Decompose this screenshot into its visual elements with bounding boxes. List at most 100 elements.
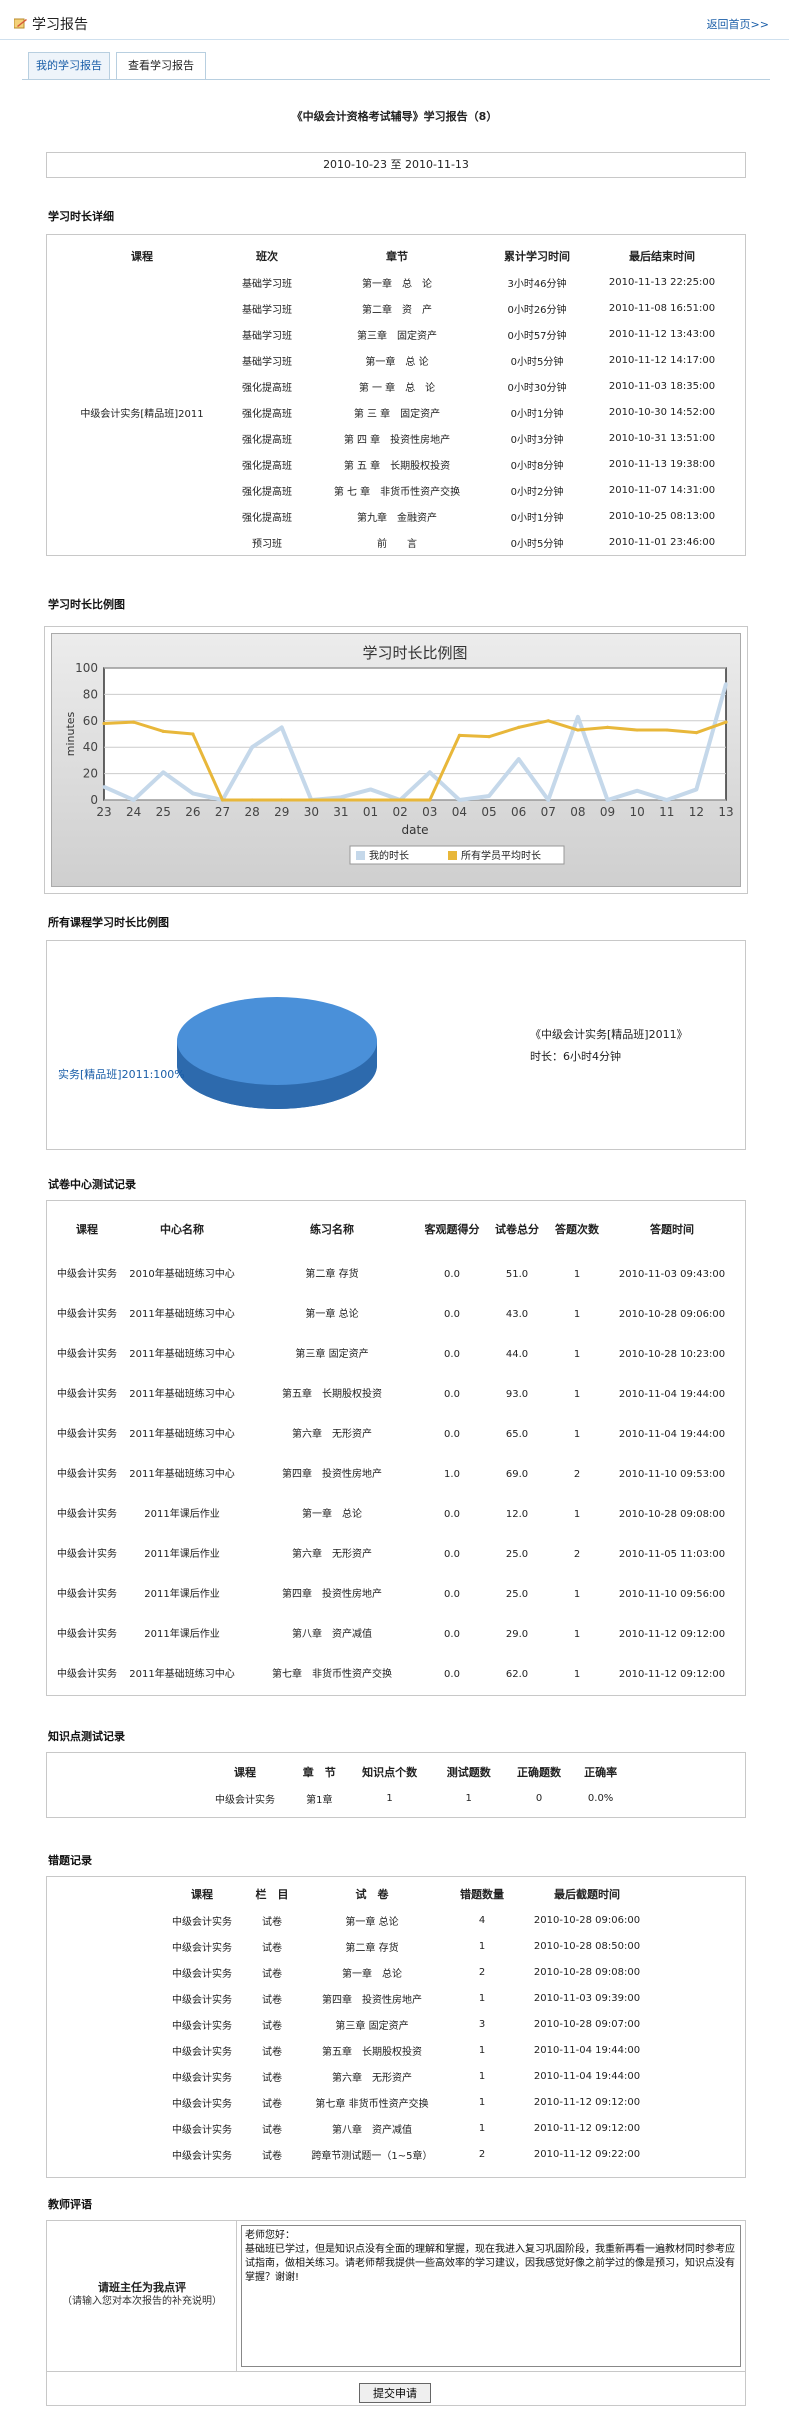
cell: 2010-10-28 10:23:00 <box>618 1349 726 1360</box>
cell: 2010-11-01 23:46:00 <box>608 536 716 548</box>
cell: 第一章 总论 <box>305 1309 359 1320</box>
home-link[interactable]: 返回首页>> <box>707 16 769 32</box>
cell: 第六章 无形资产 <box>292 1549 372 1560</box>
page-header: 学习报告 返回首页>> <box>0 0 789 40</box>
pie-course-name: 《中级会计实务[精品班]2011》 <box>530 1028 688 1041</box>
cell: 0.0 <box>444 1389 460 1400</box>
cell: 中级会计实务 <box>172 1916 232 1928</box>
data-point <box>576 728 580 732</box>
col-header: 累计学习时间 <box>504 250 570 263</box>
cell: 2011年课后作业 <box>144 1549 220 1560</box>
cell: 试卷 <box>262 2020 282 2032</box>
tab-divider <box>22 79 770 80</box>
col-header: 栏 目 <box>255 1888 289 1901</box>
cell: 预习班 <box>252 538 282 550</box>
cell: 第四章 投资性房地产 <box>322 1994 422 2006</box>
cell: 2 <box>478 2148 486 2160</box>
cell: 中级会计实务 <box>172 2098 232 2110</box>
col-header: 知识点个数 <box>362 1766 418 1779</box>
data-point <box>517 725 521 729</box>
cell: 中级会计实务 <box>172 2124 232 2136</box>
data-point <box>191 732 195 736</box>
cell: 中级会计实务 <box>172 2046 232 2058</box>
data-point <box>280 798 284 802</box>
cell: 2010-11-12 09:12:00 <box>533 2122 641 2134</box>
table-row: 中级会计实务 2011年课后作业 第八章 资产减值 0.0 29.0 1 2010-11-1… <box>57 1615 737 1655</box>
tab-view-report[interactable]: 查看学习报告 <box>116 52 206 80</box>
cell: 前 言 <box>377 538 417 550</box>
cell: 1.0 <box>444 1469 460 1480</box>
cell: 2010-11-12 14:17:00 <box>608 354 716 366</box>
x-tick-label: 31 <box>333 805 348 819</box>
col-header: 正确题数 <box>517 1766 562 1779</box>
cell: 基础学习班 <box>242 304 292 316</box>
col-header: 答题时间 <box>650 1223 694 1236</box>
data-point <box>546 798 550 802</box>
data-point <box>132 798 136 802</box>
cell: 0小时5分钟 <box>510 356 564 368</box>
section-title-paper-tests: 试卷中心测试记录 <box>48 1178 136 1191</box>
section-title-all-courses: 所有课程学习时长比例图 <box>48 916 169 929</box>
cell: 3小时46分钟 <box>507 278 567 290</box>
knowledge-table: 课程 章 节 知识点个数 测试题数 正确题数 正确率 中级会计实务 第1章 1 … <box>197 1759 627 1811</box>
cell: 0小时3分钟 <box>510 434 564 446</box>
table-row: 中级会计实务 试卷 第八章 资产减值 1 2010-11-12 09:12:00 <box>157 2115 657 2141</box>
cell: 强化提高班 <box>242 486 292 498</box>
cell: 第 一 章 总 论 <box>358 382 436 394</box>
cell: 中级会计实务 <box>57 1509 117 1520</box>
cell: 2010-11-12 09:22:00 <box>533 2148 641 2160</box>
col-header: 错题数量 <box>460 1888 504 1901</box>
cell: 强化提高班 <box>242 408 292 420</box>
x-tick-label: 23 <box>96 805 111 819</box>
cell: 0小时1分钟 <box>510 408 564 420</box>
cell: 第六章 无形资产 <box>292 1429 372 1440</box>
cell: 2011年课后作业 <box>144 1509 220 1520</box>
cell: 第一章 总论 <box>302 1509 362 1520</box>
table-row: 中级会计实务 2011年课后作业 第四章 投资性房地产 0.0 25.0 1 2010-11… <box>57 1575 737 1615</box>
cell: 2011年基础班练习中心 <box>129 1309 235 1320</box>
cell: 1 <box>478 2044 486 2056</box>
cell: 第五章 长期股权投资 <box>282 1389 382 1400</box>
tab-my-report[interactable]: 我的学习报告 <box>28 52 110 80</box>
cell: 62.0 <box>505 1669 529 1680</box>
cell: 93.0 <box>505 1389 529 1400</box>
table-row: 中级会计实务 试卷 跨章节测试题一（1~5章） 2 2010-11-12 09:22:0… <box>157 2141 657 2167</box>
date-to: 2010-11-13 <box>405 158 469 171</box>
data-point <box>546 719 550 723</box>
cell: 2010-10-28 09:08:00 <box>618 1509 726 1520</box>
cell: 跨章节测试题一（1~5章） <box>311 2150 433 2162</box>
cell: 中级会计实务 <box>172 2020 232 2032</box>
table-row: 中级会计实务 2011年课后作业 第六章 无形资产 0.0 25.0 2 2010-11-0… <box>57 1535 737 1575</box>
table-row: 中级会计实务 试卷 第二章 存货 1 2010-10-28 08:50:00 <box>157 1933 657 1959</box>
cell: 第一章 总 论 <box>365 356 429 368</box>
cell: 0.0 <box>444 1429 460 1440</box>
cell: 2010-10-28 09:07:00 <box>533 2018 641 2030</box>
cell: 1 <box>573 1269 581 1280</box>
pie-slice <box>177 997 377 1085</box>
section-title-knowledge: 知识点测试记录 <box>48 1730 125 1743</box>
study-time-table: 课程 班次 章节 累计学习时间 最后结束时间 中级会计实务[精品班]2011 基础… <box>57 243 737 555</box>
cell: 2011年课后作业 <box>144 1629 220 1640</box>
y-tick-label: 20 <box>83 767 98 781</box>
cell: 第二章 存货 <box>305 1269 359 1280</box>
y-tick-label: 60 <box>83 714 98 728</box>
submit-button[interactable]: 提交申请 <box>359 2383 431 2403</box>
data-point <box>605 798 610 802</box>
comment-textarea[interactable]: 老师您好： 基础班已学过，但是知识点没有全面的理解和掌握，现在我进入复习巩固阶段… <box>241 2225 741 2367</box>
cell: 2010-10-28 08:50:00 <box>533 1940 641 1952</box>
table-row: 中级会计实务 2011年基础班练习中心 第六章 无形资产 0.0 65.0 1 2010-1… <box>57 1415 737 1455</box>
x-tick-label: 09 <box>600 805 615 819</box>
cell: 第1章 <box>306 1794 333 1806</box>
col-header: 课程 <box>76 1223 98 1236</box>
comment-divider <box>47 2371 745 2372</box>
col-header: 章节 <box>386 250 408 263</box>
knowledge-box: 课程 章 节 知识点个数 测试题数 正确题数 正确率 中级会计实务 第1章 1 … <box>46 1752 746 1818</box>
cell: 2010-11-07 14:31:00 <box>608 484 716 496</box>
comment-box: 请班主任为我点评 （请输入您对本次报告的补充说明） 老师您好： 基础班已学过，但… <box>46 2220 746 2406</box>
data-point <box>487 735 491 739</box>
cell: 2010-11-10 09:53:00 <box>618 1469 726 1480</box>
cell: 基础学习班 <box>242 356 292 368</box>
y-tick-label: 100 <box>75 661 98 675</box>
cell: 1 <box>478 2070 486 2082</box>
cell: 1 <box>573 1349 581 1360</box>
